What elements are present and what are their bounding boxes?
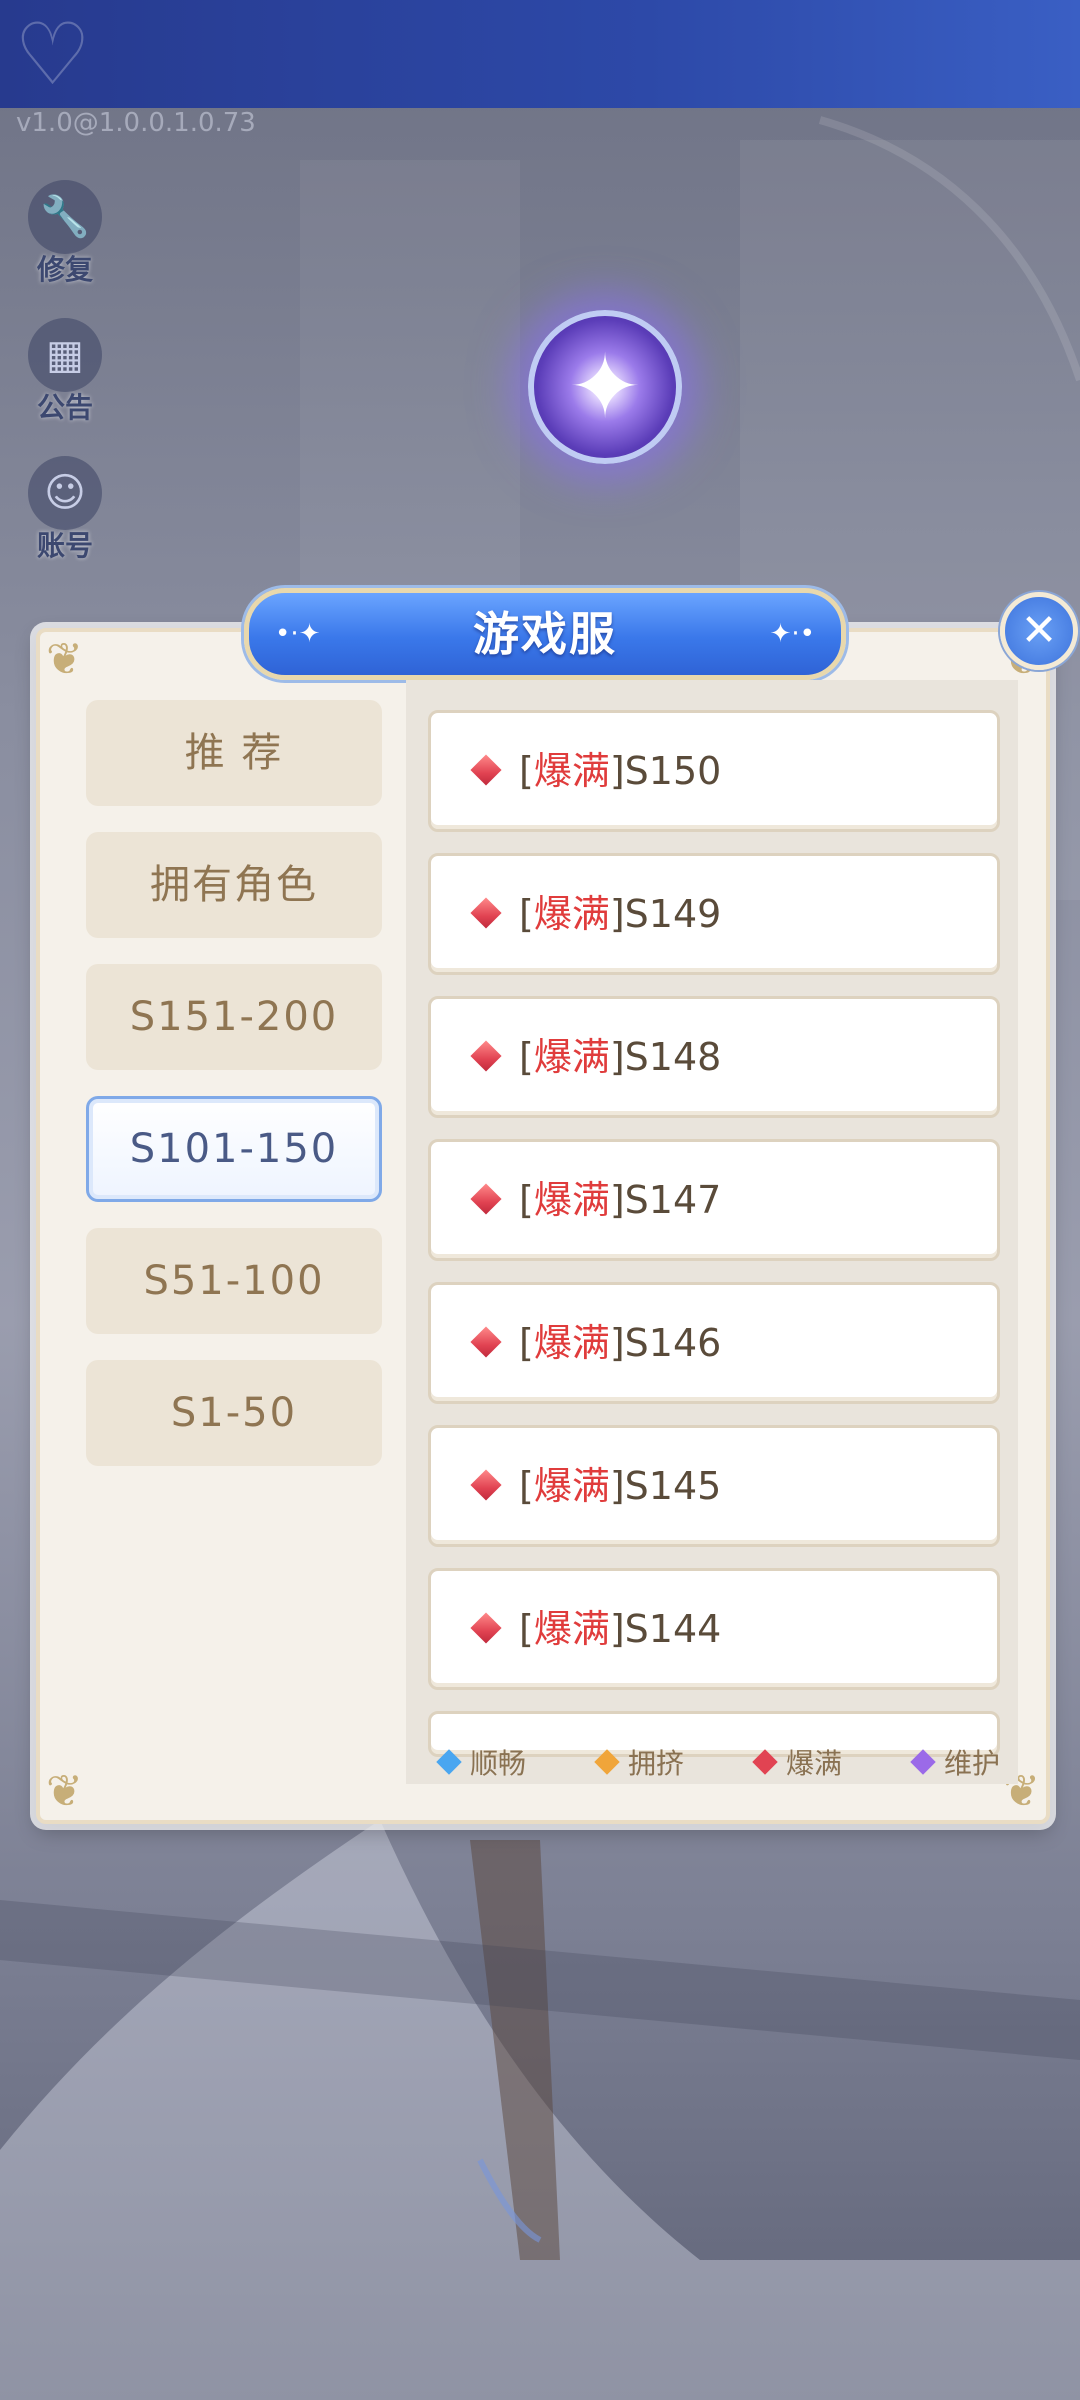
category-s101-150[interactable]: S101-150: [86, 1096, 382, 1202]
status-full-icon: [470, 1612, 502, 1644]
category-s51-100[interactable]: S51-100: [86, 1228, 382, 1334]
server-label: [爆满]S147: [519, 1178, 722, 1222]
status-full-icon: [470, 754, 502, 786]
diamond-blue-icon: [436, 1749, 462, 1775]
server-label: [爆满]S144: [519, 1607, 722, 1651]
server-status: 爆满: [533, 1464, 610, 1508]
wrench-icon: 🔧: [28, 180, 102, 254]
diamond-orange-icon: [594, 1749, 620, 1775]
server-item[interactable]: [爆满]S150: [428, 710, 1000, 832]
notice-icon: ▦: [28, 318, 102, 392]
account-icon: ☺: [28, 456, 102, 530]
repair-button[interactable]: 🔧 修复: [26, 180, 104, 288]
notice-button[interactable]: ▦ 公告: [26, 318, 104, 426]
server-status: 爆满: [533, 1178, 610, 1222]
dialog-title-banner: •·✦ 游戏服 ✦·•: [244, 588, 846, 680]
version-label: v1.0@1.0.0.1.0.73: [16, 108, 256, 138]
sparkle-icon: ✦: [568, 335, 642, 438]
legend-crowded: 拥挤: [594, 1740, 684, 1784]
status-full-icon: [470, 1326, 502, 1358]
status-full-icon: [470, 1183, 502, 1215]
server-name: S144: [624, 1607, 722, 1651]
server-name: S150: [624, 749, 722, 793]
category-recommended[interactable]: 推 荐: [86, 700, 382, 806]
server-label: [爆满]S148: [519, 1035, 722, 1079]
corner-ornament-icon: ❦: [46, 634, 83, 685]
repair-label: 修复: [36, 253, 93, 286]
status-legend: 顺畅 拥挤 爆满 维护: [436, 1740, 1000, 1784]
top-banner: ♡: [0, 0, 1080, 108]
category-s151-200[interactable]: S151-200: [86, 964, 382, 1070]
server-item[interactable]: [爆满]S149: [428, 853, 1000, 975]
legend-smooth: 顺畅: [436, 1740, 526, 1784]
magic-orb-icon: ✦: [528, 310, 682, 464]
heart-logo-icon: ♡: [14, 5, 92, 105]
server-label: [爆满]S146: [519, 1321, 722, 1365]
server-name: S148: [624, 1035, 722, 1079]
server-status: 爆满: [533, 1607, 610, 1651]
legend-full: 爆满: [752, 1740, 842, 1784]
server-item[interactable]: [爆满]S147: [428, 1139, 1000, 1261]
category-list: 推 荐 拥有角色 S151-200 S101-150 S51-100 S1-50: [86, 700, 382, 1492]
server-item[interactable]: [爆满]S145: [428, 1425, 1000, 1547]
status-full-icon: [470, 1469, 502, 1501]
server-status: 爆满: [533, 1035, 610, 1079]
server-status: 爆满: [533, 749, 610, 793]
server-name: S146: [624, 1321, 722, 1365]
category-owned-characters[interactable]: 拥有角色: [86, 832, 382, 938]
server-label: [爆满]S149: [519, 892, 722, 936]
server-label: [爆满]S150: [519, 749, 722, 793]
server-status: 爆满: [533, 892, 610, 936]
status-full-icon: [470, 897, 502, 929]
close-button[interactable]: ✕: [1000, 592, 1078, 670]
server-label: [爆满]S145: [519, 1464, 722, 1508]
diamond-purple-icon: [910, 1749, 936, 1775]
close-icon: ✕: [1020, 605, 1058, 656]
diamond-red-icon: [752, 1749, 778, 1775]
notice-label: 公告: [36, 391, 93, 424]
status-full-icon: [470, 1040, 502, 1072]
legend-maintenance: 维护: [910, 1740, 1000, 1784]
sparkle-icon: ✦·•: [769, 619, 815, 649]
server-item[interactable]: [爆满]S146: [428, 1282, 1000, 1404]
category-s1-50[interactable]: S1-50: [86, 1360, 382, 1466]
server-name: S149: [624, 892, 722, 936]
corner-ornament-icon: ❦: [46, 1766, 83, 1817]
dialog-title: 游戏服: [473, 607, 617, 661]
server-name: S145: [624, 1464, 722, 1508]
server-name: S147: [624, 1178, 722, 1222]
server-item[interactable]: [爆满]S148: [428, 996, 1000, 1118]
account-button[interactable]: ☺ 账号: [26, 456, 104, 564]
server-list[interactable]: [爆满]S150 [爆满]S149 [爆满]S148 [爆满]S147 [爆满]…: [406, 680, 1018, 1784]
account-label: 账号: [36, 529, 93, 562]
server-status: 爆满: [533, 1321, 610, 1365]
server-item[interactable]: [爆满]S144: [428, 1568, 1000, 1690]
